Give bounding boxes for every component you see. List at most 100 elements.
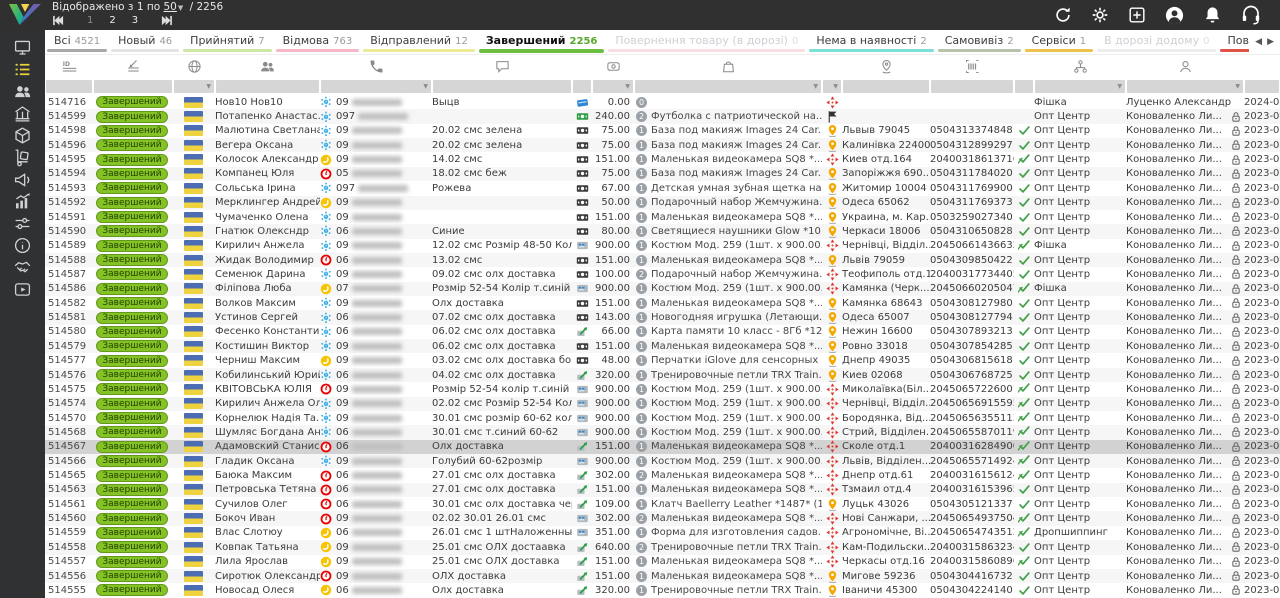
col-header-status[interactable]: [93, 55, 173, 78]
filter-id[interactable]: [46, 80, 92, 93]
col-header-address[interactable]: [842, 55, 930, 78]
sidebar-item-statistics[interactable]: [6, 193, 40, 210]
table-row[interactable]: 514595 Завершений Колосок Александр 09 1…: [45, 152, 1280, 166]
table-row[interactable]: 514591 Завершений Чумаченко Олена 09 151…: [45, 210, 1280, 224]
tab-Самовивіз[interactable]: Самовивіз2: [936, 30, 1023, 54]
table-row[interactable]: 514565 Завершений Баюка Максим 06 27.01 …: [45, 468, 1280, 482]
table-row[interactable]: 514582 Завершений Волков Максим 09 Олх д…: [45, 296, 1280, 310]
filter-address[interactable]: [843, 80, 929, 93]
table-row[interactable]: 514592 Завершений Мерклингер Андрей 09 5…: [45, 196, 1280, 210]
tab-Повернення (завершений)[interactable]: Повернення (завершений)125: [1218, 30, 1249, 54]
table-row[interactable]: 514575 Завершений КВІТОВСЬКА ЮЛІЯ 09 Роз…: [45, 382, 1280, 396]
table-row[interactable]: 514589 Завершений Кирилич Анжела 09 12.0…: [45, 239, 1280, 253]
tab-Відправлений[interactable]: Відправлений12: [361, 30, 477, 54]
first-page-button[interactable]: [52, 15, 65, 26]
tab-Прийнятий[interactable]: Прийнятий7: [181, 30, 273, 54]
col-header-tracking[interactable]: [930, 55, 1014, 78]
col-header-check[interactable]: [1014, 55, 1034, 78]
col-header-payment[interactable]: [572, 55, 592, 78]
table-row[interactable]: 514598 Завершений Малютина Светлана 09 2…: [45, 124, 1280, 138]
table-row[interactable]: 514555 Завершений Новосад Олеся 06 Олх д…: [45, 583, 1280, 597]
page-1[interactable]: 1: [87, 15, 93, 26]
filter-product[interactable]: ▼: [635, 80, 821, 93]
table-row[interactable]: 514586 Завершений Філіпова Люба 07 Розмі…: [45, 282, 1280, 296]
app-logo-icon[interactable]: [7, 2, 45, 28]
filter-manager[interactable]: ▼: [1127, 80, 1243, 93]
table-row[interactable]: 514580 Завершений Фесенко Константин 06 …: [45, 325, 1280, 339]
table-row[interactable]: 514560 Завершений Бокоч Иван 09 02.02 30…: [45, 511, 1280, 525]
table-row[interactable]: 514566 Завершений Гладик Оксана 09 Голуб…: [45, 454, 1280, 468]
col-header-client[interactable]: [215, 55, 320, 78]
table-row[interactable]: 514581 Завершений Устинов Сергей 06 07.0…: [45, 310, 1280, 324]
tab-Новый[interactable]: Новый46: [109, 30, 181, 54]
support-headset-icon[interactable]: [1240, 4, 1262, 26]
filter-phone[interactable]: ▼: [321, 80, 431, 93]
account-icon[interactable]: [1164, 5, 1185, 26]
sidebar-item-video[interactable]: [6, 281, 40, 298]
sidebar-item-clients[interactable]: [6, 83, 40, 100]
per-page-select[interactable]: 50: [164, 1, 177, 13]
table-row[interactable]: 514593 Завершений Сольська Ірина 097 Рож…: [45, 181, 1280, 195]
table-row[interactable]: 514567 Завершений Адамовский Станис... 0…: [45, 440, 1280, 454]
table-row[interactable]: 514588 Завершений Жидак Володимир 06 13.…: [45, 253, 1280, 267]
table-row[interactable]: 514577 Завершений Черниш Максим 09 03.02…: [45, 353, 1280, 367]
col-header-price[interactable]: [592, 55, 634, 78]
filter-source[interactable]: ▼: [1035, 80, 1125, 93]
col-header-country[interactable]: [173, 55, 215, 78]
sidebar-item-partners[interactable]: [6, 259, 40, 276]
refresh-icon[interactable]: [1053, 5, 1073, 25]
filter-tracking[interactable]: [931, 80, 1013, 93]
table-row[interactable]: 514596 Завершений Вегера Оксана 09 20.02…: [45, 138, 1280, 152]
col-header-phone[interactable]: [320, 55, 432, 78]
tab-В дорозі додому[interactable]: В дорозі додому0: [1095, 30, 1218, 54]
table-row[interactable]: 514556 Завершений Сиротюк Олександр 09 О…: [45, 569, 1280, 583]
table-row[interactable]: 514559 Завершений Влас Слотюу 06 26.01 с…: [45, 526, 1280, 540]
table-row[interactable]: 514561 Завершений Сучилов Олег 06 30.01 …: [45, 497, 1280, 511]
sidebar-item-products[interactable]: [6, 127, 40, 144]
col-header-delivery[interactable]: [822, 55, 842, 78]
sidebar-item-info[interactable]: [6, 237, 40, 254]
filter-client[interactable]: [216, 80, 319, 93]
table-row[interactable]: 514568 Завершений Шумляс Богдана Ан... 0…: [45, 425, 1280, 439]
col-header-id[interactable]: [45, 55, 93, 78]
filter-delivery[interactable]: ▼: [823, 80, 841, 93]
table-row[interactable]: 514716 Завершений Нов10 Нов10 09 Выцв 0.…: [45, 95, 1280, 109]
table-row[interactable]: 514599 Завершений Потапенко Анастас... 0…: [45, 109, 1280, 123]
tab-Відмова[interactable]: Відмова763: [274, 30, 362, 54]
table-row[interactable]: 514563 Завершений Петровська Тетяна 06 2…: [45, 483, 1280, 497]
filter-date[interactable]: [1245, 80, 1279, 93]
page-3[interactable]: 3: [132, 15, 138, 26]
table-row[interactable]: 514576 Завершений Кобилинський Юрий 06 0…: [45, 368, 1280, 382]
col-header-date[interactable]: [1244, 55, 1280, 78]
table-row[interactable]: 514590 Завершений Гнатюк Олексндр 06 Син…: [45, 224, 1280, 238]
filter-payment[interactable]: [573, 80, 591, 93]
bell-icon[interactable]: [1202, 5, 1223, 26]
tab-scroll-right-icon[interactable]: ▶: [1267, 37, 1274, 47]
sidebar-item-warehouse[interactable]: [6, 105, 40, 122]
table-row[interactable]: 514570 Завершений Корнелюк Надія Та... 0…: [45, 411, 1280, 425]
filter-status[interactable]: [94, 80, 172, 93]
col-header-source[interactable]: [1034, 55, 1126, 78]
sidebar-item-settings[interactable]: [6, 215, 40, 232]
sidebar-item-orders[interactable]: [6, 61, 40, 78]
add-order-icon[interactable]: [1127, 5, 1147, 25]
tab-Нема в наявності[interactable]: Нема в наявності2: [807, 30, 935, 54]
table-row[interactable]: 514579 Завершений Костишин Виктор 09 06.…: [45, 339, 1280, 353]
table-row[interactable]: 514574 Завершений Кирилич Анжела Ол... 0…: [45, 397, 1280, 411]
filter-price[interactable]: ▼: [593, 80, 633, 93]
tab-Сервіси[interactable]: Сервіси1: [1023, 30, 1096, 54]
tab-Всі[interactable]: Всі4521: [45, 30, 109, 54]
col-header-comment[interactable]: [432, 55, 572, 78]
filter-country[interactable]: ▼: [174, 80, 214, 93]
table-row[interactable]: 514587 Завершений Семенюк Дарина 09 09.0…: [45, 267, 1280, 281]
filter-comment[interactable]: [433, 80, 571, 93]
table-row[interactable]: 514557 Завершений Лила Ярослав 09 25.01 …: [45, 555, 1280, 569]
sidebar-item-dashboard[interactable]: [6, 39, 40, 56]
tab-scroll-left-icon[interactable]: ◀: [1255, 37, 1262, 47]
col-header-product[interactable]: [634, 55, 822, 78]
table-row[interactable]: 514558 Завершений Ковпак Татьяна 09 25.0…: [45, 540, 1280, 554]
filter-check[interactable]: [1015, 80, 1033, 93]
table-row[interactable]: 514594 Завершений Компанец Юля 05 18.02 …: [45, 167, 1280, 181]
page-2[interactable]: 2: [109, 15, 115, 26]
gear-icon[interactable]: [1090, 5, 1110, 25]
